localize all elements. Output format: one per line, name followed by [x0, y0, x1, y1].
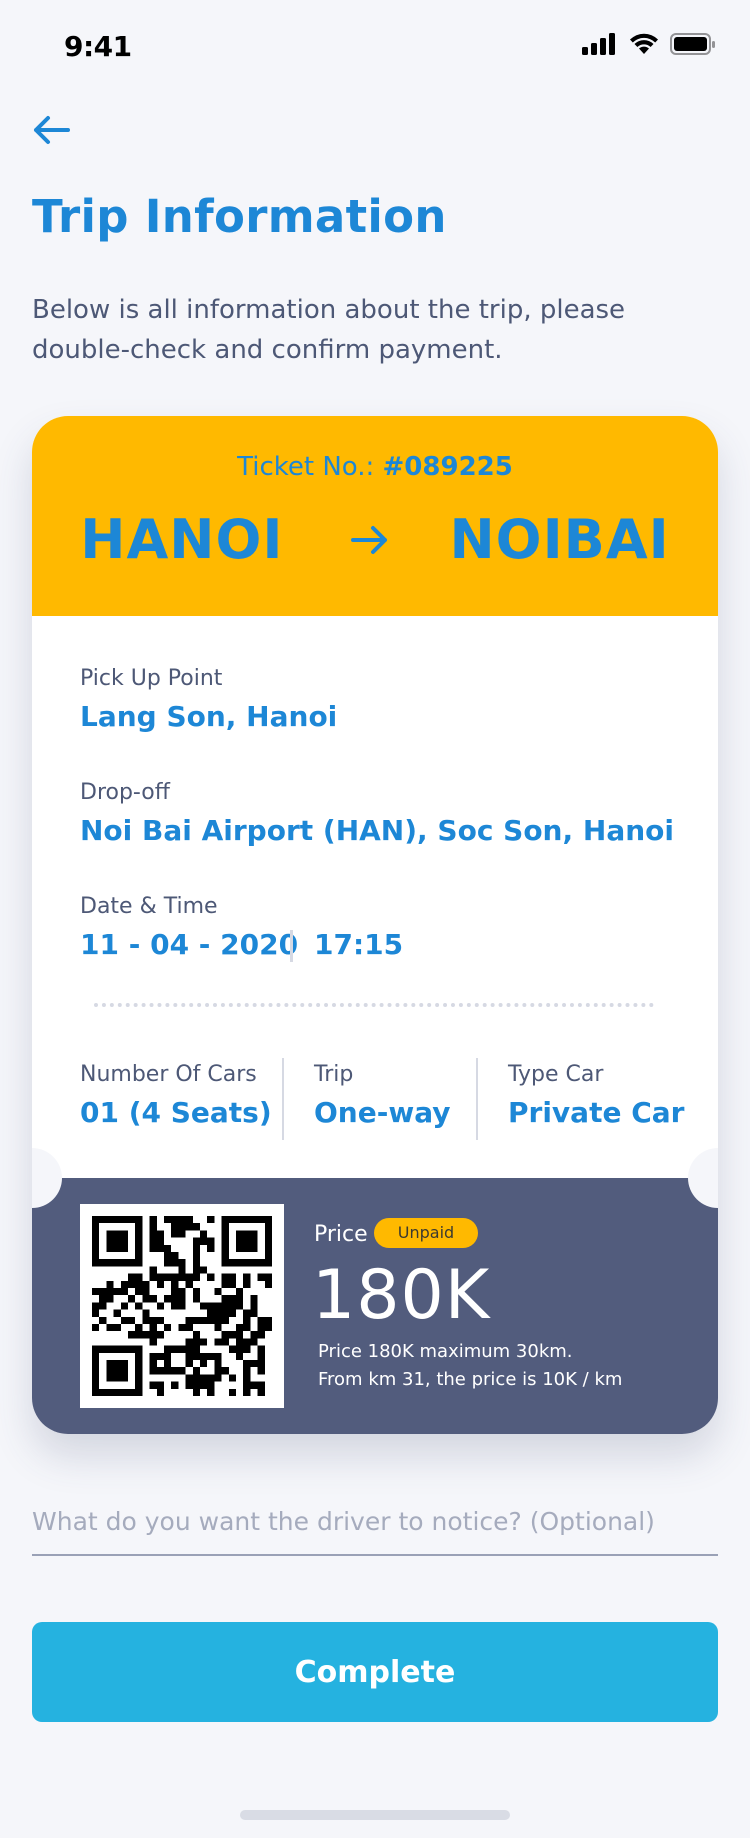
ticket-header: Ticket No.: #089225 HANOI NOIBAI: [32, 416, 718, 616]
ticket-number-value: #089225: [382, 452, 513, 482]
price-label: Price: [314, 1222, 368, 1247]
status-badge: Unpaid: [374, 1218, 478, 1248]
ticket-card: Ticket No.: #089225 HANOI NOIBAI Pick Up…: [32, 416, 718, 1434]
datetime-divider: [290, 930, 293, 962]
arrow-left-icon: [34, 116, 70, 144]
qr-code: [80, 1204, 284, 1408]
signal-icon: [582, 32, 618, 60]
cars-value: 01 (4 Seats): [80, 1096, 272, 1129]
arrow-right-icon: [351, 525, 388, 554]
cars-label: Number Of Cars: [80, 1062, 257, 1087]
battery-icon: [670, 32, 716, 60]
pickup-value: Lang Son, Hanoi: [80, 700, 338, 733]
route-from: HANOI: [80, 508, 284, 571]
pickup-label: Pick Up Point: [80, 666, 223, 691]
dashed-divider: [94, 1003, 654, 1007]
price-note-line-1: Price 180K maximum 30km.: [318, 1341, 573, 1362]
home-indicator: [240, 1810, 510, 1820]
status-bar: 9:41: [0, 0, 750, 94]
dropoff-label: Drop-off: [80, 780, 170, 805]
datetime-label: Date & Time: [80, 894, 218, 919]
column-divider: [476, 1058, 478, 1140]
ticket-number: Ticket No.: #089225: [32, 452, 718, 482]
route-to: NOIBAI: [449, 508, 670, 571]
trip-label: Trip: [314, 1062, 354, 1087]
type-car-label: Type Car: [508, 1062, 604, 1087]
date-value: 11 - 04 - 2020: [80, 928, 299, 961]
wifi-icon: [628, 32, 660, 60]
dropoff-value: Noi Bai Airport (HAN), Soc Son, Hanoi: [80, 814, 674, 847]
column-divider: [282, 1058, 284, 1140]
type-car-value: Private Car: [508, 1096, 685, 1129]
ticket-number-label: Ticket No.:: [237, 452, 383, 482]
driver-note-input[interactable]: [32, 1498, 718, 1556]
page-subtitle: Below is all information about the trip,…: [32, 295, 626, 365]
price-note-line-2: From km 31, the price is 10K / km: [318, 1369, 623, 1390]
price-value: 180K: [312, 1256, 491, 1335]
status-time: 9:41: [64, 30, 132, 63]
complete-button[interactable]: Complete: [32, 1622, 718, 1722]
route: HANOI NOIBAI: [32, 508, 718, 571]
back-button[interactable]: [30, 108, 74, 152]
price-note: Price 180K maximum 30km. From km 31, the…: [318, 1338, 622, 1394]
trip-value: One-way: [314, 1096, 451, 1129]
time-value: 17:15: [314, 928, 404, 961]
page-title: Trip Information: [32, 190, 447, 243]
status-icons: [582, 32, 716, 60]
